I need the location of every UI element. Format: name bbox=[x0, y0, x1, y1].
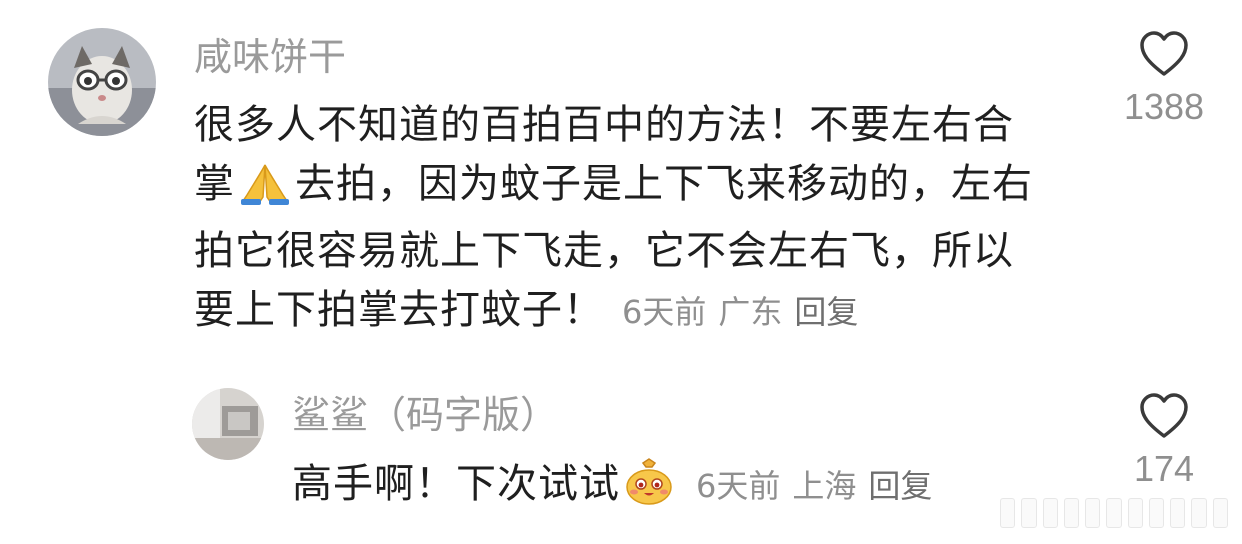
comment-like-count: 1388 bbox=[1123, 86, 1205, 127]
room-photo-avatar-icon bbox=[192, 388, 264, 460]
comment-meta: 6天前 广东 回复 bbox=[622, 293, 870, 331]
reply-time: 6天前 bbox=[696, 467, 781, 505]
heart-outline-icon[interactable] bbox=[1138, 392, 1190, 440]
comment-line-2: 掌 去拍，因为蚊子是上下飞来移动的，左右 bbox=[194, 155, 1074, 222]
comment-line-1: 很多人不知道的百拍百中的方法！不要左右合 bbox=[194, 102, 1014, 148]
reply-location: 上海 bbox=[792, 467, 857, 505]
avatar-main-commenter[interactable] bbox=[48, 28, 156, 136]
folded-hands-icon bbox=[239, 161, 291, 222]
comment-line-2-prefix: 掌 bbox=[194, 161, 235, 207]
reply-reply-button[interactable]: 回复 bbox=[868, 467, 932, 505]
reply-body: 高手啊！下次试试 6天前 上海 回复 bbox=[292, 454, 944, 522]
comment-body: 很多人不知道的百拍百中的方法！不要左右合 掌 去拍，因为蚊子是上下飞来移动的，左… bbox=[194, 96, 1074, 342]
reply-username[interactable]: 鲨鲨（码字版） bbox=[292, 396, 558, 434]
reply-like-button[interactable]: 174 bbox=[1104, 392, 1224, 490]
comment-line-2-rest: 去拍，因为蚊子是上下飞来移动的，左右 bbox=[295, 161, 1033, 207]
reply-like-count: 174 bbox=[1133, 448, 1195, 489]
comment-line-3: 拍它很容易就上下飞走，它不会左右飞，所以 bbox=[194, 228, 1014, 274]
comment-location: 广东 bbox=[718, 293, 783, 331]
comment-line-4-text: 要上下拍掌去打蚊子！ bbox=[194, 287, 604, 333]
commenter-username[interactable]: 咸味饼干 bbox=[194, 38, 346, 76]
money-bag-smiling-icon bbox=[624, 457, 674, 522]
reply-text: 高手啊！下次试试 bbox=[292, 461, 620, 507]
comment-like-button[interactable]: 1388 bbox=[1104, 30, 1224, 128]
reply-meta: 6天前 上海 回复 bbox=[696, 467, 944, 505]
comment-line-4: 要上下拍掌去打蚊子！ 6天前 广东 回复 bbox=[194, 281, 1074, 342]
avatar-reply-commenter[interactable] bbox=[192, 388, 264, 460]
cat-glasses-avatar-icon bbox=[48, 28, 156, 136]
comment-time: 6天前 bbox=[622, 293, 707, 331]
heart-outline-icon[interactable] bbox=[1138, 30, 1190, 78]
comment-reply-button[interactable]: 回复 bbox=[794, 293, 858, 331]
watermark bbox=[1000, 498, 1228, 528]
